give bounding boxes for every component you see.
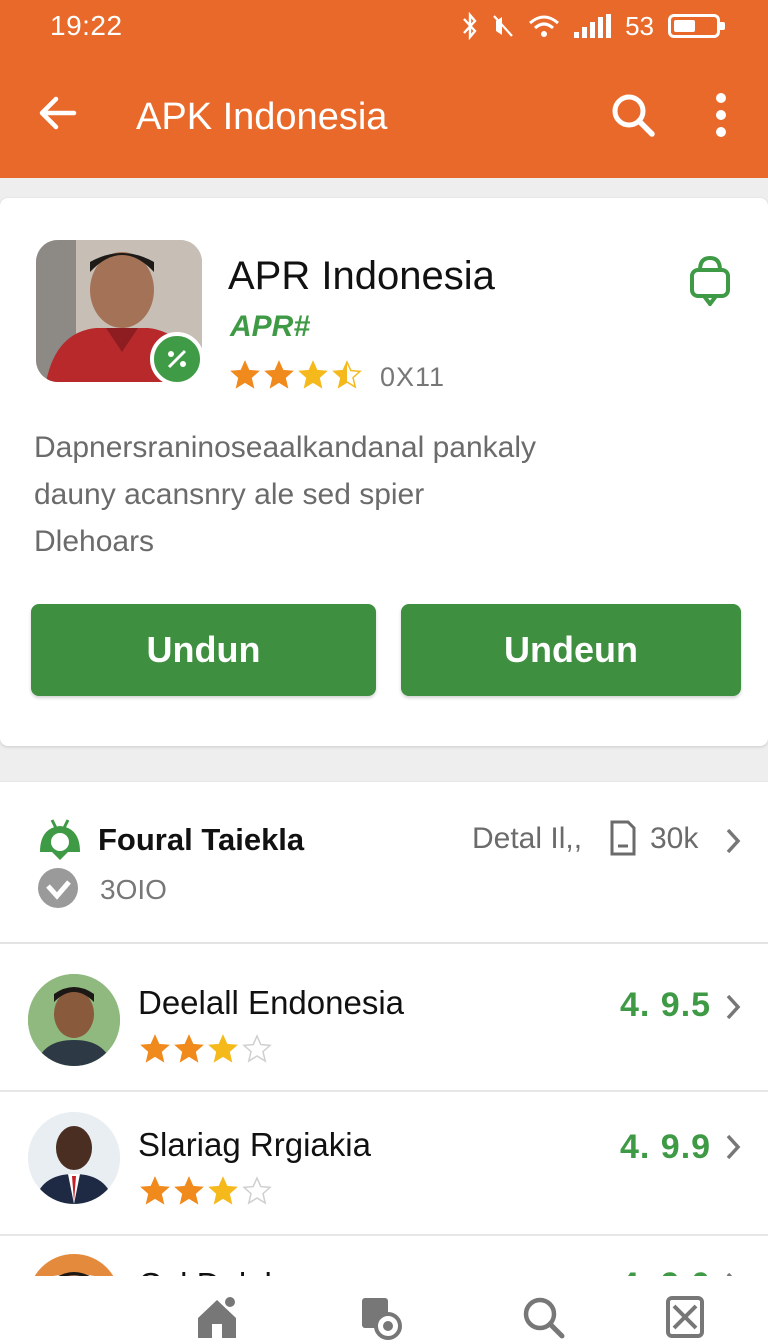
android-head-icon <box>40 819 80 860</box>
search-icon[interactable] <box>608 90 658 140</box>
more-vert-icon[interactable] <box>706 90 736 140</box>
person-score: 4. 9.5 <box>620 986 712 1024</box>
wifi-icon <box>529 15 560 37</box>
person-score: 4. 9.9 <box>620 1128 712 1166</box>
featured-detail-label: Detal Il,, <box>472 822 583 855</box>
star-icon <box>230 360 260 389</box>
bottom-navigation <box>0 1276 768 1344</box>
star-icon <box>298 360 328 389</box>
download-button-secondary[interactable]: Undeun <box>401 604 741 696</box>
bluetooth-icon <box>463 12 477 40</box>
description-line: Dlehoars <box>34 525 155 558</box>
app-card: APR Indonesia APR# 0X11 Dapnersraninosea… <box>0 198 768 746</box>
featured-title: Foural Taiekla <box>98 822 305 857</box>
signal-icon <box>574 14 612 38</box>
document-icon <box>610 820 636 856</box>
arrow-left-icon[interactable] <box>34 90 80 136</box>
star-icon <box>242 1034 272 1063</box>
star-icon <box>208 1176 238 1205</box>
home-icon[interactable] <box>194 1294 240 1340</box>
check-circle-icon <box>38 868 78 908</box>
app-name: APR Indonesia <box>228 254 495 298</box>
battery-percent: 53 <box>625 10 654 41</box>
app-rating-stars <box>230 360 362 390</box>
app-bar: APK Indonesia <box>0 60 768 170</box>
app-description: Dapnersraninoseaalkandanal pankaly dauny… <box>34 424 734 565</box>
android-bag-icon[interactable] <box>686 252 734 306</box>
mute-icon <box>493 15 513 37</box>
download-button-primary[interactable]: Undun <box>31 604 376 696</box>
chevron-right-icon <box>726 994 741 1020</box>
person-name: Slariag Rrgiakia <box>138 1126 371 1163</box>
list-item[interactable]: Deelall Endonesia 4. 9.5 <box>0 950 768 1092</box>
rating-count: 0X11 <box>380 362 446 392</box>
person-name: Deelall Endonesia <box>138 984 405 1021</box>
page-title: APK Indonesia <box>136 96 388 138</box>
verified-badge-icon <box>150 332 204 386</box>
avatar <box>28 1112 120 1204</box>
description-line: Dapnersraninoseaalkandanal pankaly <box>34 431 537 464</box>
featured-row[interactable]: Foural Taiekla 3OIO Detal Il,, 30k <box>0 782 768 944</box>
star-icon <box>242 1176 272 1205</box>
top-bar: 19:22 53 APK Indonesia <box>0 0 768 178</box>
app-list: Foural Taiekla 3OIO Detal Il,, 30k Deela… <box>0 782 768 1344</box>
chevron-right-icon <box>726 1134 741 1160</box>
star-icon <box>174 1034 204 1063</box>
description-line: dauny acansnry ale sed spier <box>34 478 425 511</box>
status-time: 19:22 <box>50 10 123 41</box>
updates-icon[interactable] <box>662 1294 708 1340</box>
status-icons: 53 <box>462 10 725 42</box>
star-icon <box>208 1034 238 1063</box>
rating-stars <box>140 1034 272 1064</box>
star-icon <box>332 360 362 389</box>
star-icon <box>140 1034 170 1063</box>
list-item[interactable]: Slariag Rrgiakia 4. 9.9 <box>0 1094 768 1236</box>
status-bar: 19:22 53 <box>0 0 768 52</box>
featured-subtitle: 3OIO <box>100 874 167 905</box>
star-icon <box>264 360 294 389</box>
featured-size: 30k <box>650 822 699 855</box>
star-icon <box>174 1176 204 1205</box>
apps-icon[interactable] <box>358 1294 404 1340</box>
battery-icon <box>668 14 725 38</box>
avatar <box>28 974 120 1066</box>
search-nav-icon[interactable] <box>520 1294 566 1340</box>
chevron-right-icon <box>726 828 741 854</box>
rating-stars <box>140 1176 272 1206</box>
battery-fill <box>674 20 695 32</box>
star-icon <box>140 1176 170 1205</box>
app-developer[interactable]: APR# <box>230 310 310 344</box>
